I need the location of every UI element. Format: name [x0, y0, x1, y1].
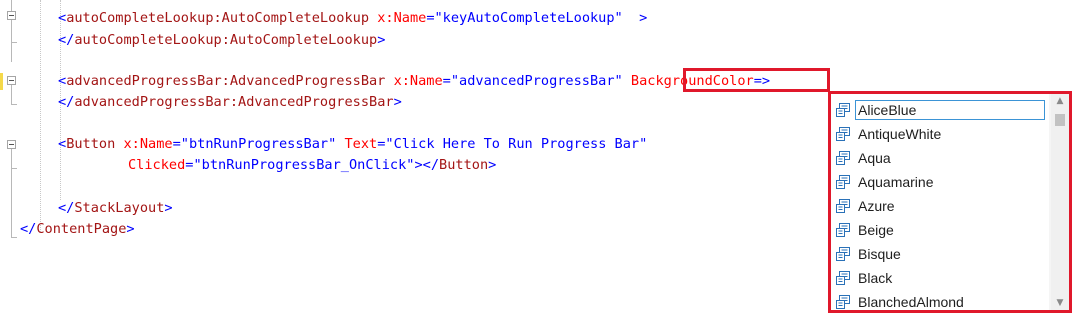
enum-value-icon	[835, 294, 851, 310]
collapse-toggle-icon[interactable]	[7, 11, 16, 20]
scrollbar-thumb[interactable]	[1055, 114, 1065, 126]
completion-item[interactable]: AliceBlue	[831, 98, 1053, 122]
scroll-down-arrow-icon[interactable]: ▼	[1051, 296, 1069, 310]
outline-tick	[11, 237, 17, 238]
indent-guide	[40, 0, 41, 232]
code-line-2[interactable]: </autoCompleteLookup:AutoCompleteLookup>	[58, 30, 385, 50]
enum-value-icon	[835, 246, 851, 262]
collapse-toggle-icon[interactable]	[7, 76, 16, 85]
code-line-4[interactable]: </advancedProgressBar:AdvancedProgressBa…	[58, 92, 402, 112]
enum-value-icon	[835, 270, 851, 286]
editor-gutter	[0, 0, 26, 327]
outline-line	[11, 0, 12, 62]
completion-item[interactable]: Azure	[831, 194, 1053, 218]
outline-tick	[11, 42, 17, 43]
code-line-5[interactable]: <Button x:Name="btnRunProgressBar" Text=…	[58, 134, 647, 154]
completion-item[interactable]: Aqua	[831, 146, 1053, 170]
attribute-highlight-box	[683, 68, 830, 92]
completion-list[interactable]: AliceBlue AntiqueWhite Aqua Aquamarine A…	[828, 91, 1072, 313]
completion-item[interactable]: Bisque	[831, 242, 1053, 266]
completion-item[interactable]: AntiqueWhite	[831, 122, 1053, 146]
enum-value-icon	[835, 126, 851, 142]
code-line-8[interactable]: </ContentPage>	[20, 219, 135, 239]
outline-line	[11, 149, 12, 237]
enum-value-icon	[835, 150, 851, 166]
outline-line	[11, 85, 12, 105]
completion-scrollbar[interactable]: ▲ ▼	[1051, 94, 1069, 310]
enum-value-icon	[835, 222, 851, 238]
enum-value-icon	[835, 174, 851, 190]
collapse-toggle-icon[interactable]	[7, 140, 16, 149]
enum-value-icon	[835, 102, 851, 118]
enum-value-icon	[835, 198, 851, 214]
completion-item[interactable]: BlanchedAlmond	[831, 290, 1053, 310]
code-line-3[interactable]: <advancedProgressBar:AdvancedProgressBar…	[58, 71, 770, 91]
completion-item[interactable]: Beige	[831, 218, 1053, 242]
outline-tick	[11, 168, 17, 169]
code-line-1[interactable]: <autoCompleteLookup:AutoCompleteLookup x…	[58, 8, 647, 28]
scroll-up-arrow-icon[interactable]: ▲	[1051, 94, 1069, 108]
code-line-6[interactable]: Clicked="btnRunProgressBar_OnClick"></Bu…	[128, 155, 496, 175]
code-line-7[interactable]: </StackLayout>	[58, 198, 173, 218]
completion-items: AliceBlue AntiqueWhite Aqua Aquamarine A…	[831, 94, 1049, 310]
changed-line-marker	[0, 73, 3, 90]
completion-item[interactable]: Aquamarine	[831, 170, 1053, 194]
outline-tick	[11, 104, 17, 105]
completion-item[interactable]: Black	[831, 266, 1053, 290]
